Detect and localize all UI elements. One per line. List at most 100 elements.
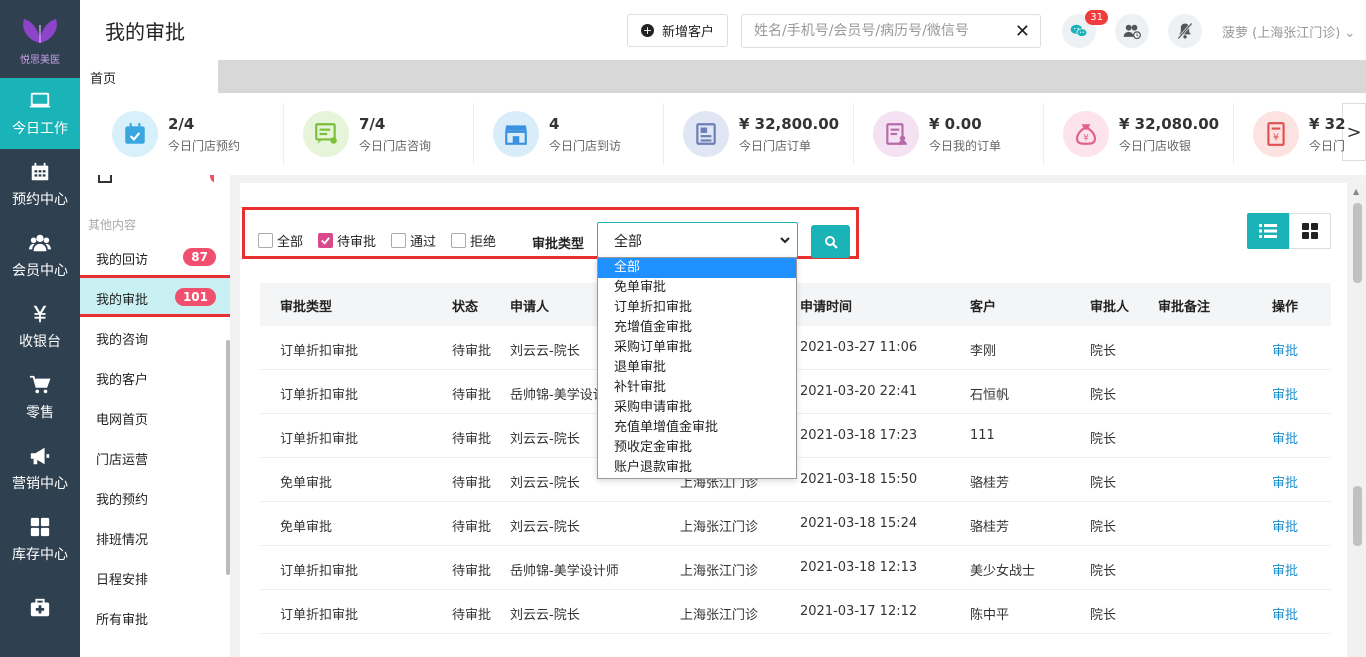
subnav-item[interactable]: 日程安排: [96, 569, 148, 588]
approval-type-select[interactable]: 全部: [597, 222, 798, 258]
cell-applicant: 岳帅锦-美学设计: [510, 388, 606, 403]
mute-button[interactable]: [1168, 14, 1202, 48]
nav-item-3[interactable]: 收银台: [0, 291, 80, 362]
grid-view-button[interactable]: [1289, 213, 1331, 249]
status-filter-checkbox[interactable]: 拒绝: [451, 231, 496, 250]
wechat-button[interactable]: 31: [1062, 10, 1108, 48]
wechat-icon: [1070, 24, 1088, 37]
butterfly-logo-icon: [23, 18, 57, 43]
staff-button[interactable]: [1115, 14, 1149, 48]
stat-card[interactable]: ¥ ¥ 32,080.00 今日门店收银: [1063, 93, 1219, 175]
nav-item-1[interactable]: 预约中心: [0, 149, 80, 220]
dropdown-option[interactable]: 充值单增值金审批: [598, 418, 796, 438]
sidebar-scrollbar[interactable]: [226, 340, 230, 575]
nav-item-4[interactable]: 零售: [0, 362, 80, 433]
scroll-thumb-secondary[interactable]: [1353, 486, 1362, 546]
approve-link[interactable]: 审批: [1272, 516, 1298, 535]
approve-link[interactable]: 审批: [1272, 340, 1298, 359]
subnav-item[interactable]: 我的审批: [96, 289, 148, 308]
dropdown-option[interactable]: 订单折扣审批: [598, 298, 796, 318]
dropdown-option[interactable]: 充增值金审批: [598, 318, 796, 338]
cell-type: 免单审批: [280, 520, 333, 535]
status-filter-checkbox[interactable]: 待审批: [318, 231, 376, 250]
news-icon: [683, 111, 729, 157]
dropdown-option[interactable]: 账户退款审批: [598, 458, 796, 478]
stat-value: ¥ 0.00: [929, 114, 982, 133]
nav-item-label: 营销中心: [12, 475, 68, 492]
approve-link[interactable]: 审批: [1272, 604, 1298, 623]
cell-status: 待审批: [452, 432, 492, 447]
approve-link[interactable]: 审批: [1272, 428, 1298, 447]
stat-card[interactable]: ¥ 32,800.00 今日门店订单: [683, 93, 839, 175]
subnav-item[interactable]: 所有审批: [96, 609, 148, 628]
stat-card[interactable]: 7/4 今日门店咨询: [303, 93, 431, 175]
status-filter-checkbox[interactable]: 全部: [258, 231, 303, 250]
cell-status: 待审批: [452, 476, 492, 491]
stat-card[interactable]: 4 今日门店到访: [493, 93, 621, 175]
checkbox-label: 拒绝: [470, 235, 497, 250]
column-header: 状态: [452, 300, 479, 315]
cell-time: 2021-03-27 11:06: [800, 340, 918, 355]
approve-link[interactable]: 审批: [1272, 560, 1298, 579]
subnav-item[interactable]: 电网首页: [96, 409, 148, 428]
cell-approver: 院长: [1090, 608, 1117, 623]
dropdown-option[interactable]: 预收定金审批: [598, 438, 796, 458]
secondary-sidebar: 其他内容 我的回访 87 我的审批 101 我的咨询 我的客户 电网首页 门店运营 我的预约 排班…: [80, 175, 230, 657]
dropdown-option[interactable]: 采购申请审批: [598, 398, 796, 418]
new-customer-button[interactable]: + 新增客户: [627, 14, 728, 47]
plus-icon: +: [640, 24, 654, 37]
svg-text:¥: ¥: [1273, 133, 1279, 144]
list-icon: [1259, 224, 1277, 238]
cell-approver: 院长: [1090, 476, 1117, 491]
nav-item-0[interactable]: 今日工作: [0, 78, 80, 149]
nav-item-5[interactable]: 营销中心: [0, 433, 80, 504]
dropdown-option[interactable]: 免单审批: [598, 278, 796, 298]
subnav-item[interactable]: 我的咨询: [96, 329, 148, 348]
group-title: 其他内容: [88, 218, 137, 232]
subnav-item[interactable]: 我的预约: [96, 489, 148, 508]
dropdown-option[interactable]: 采购订单审批: [598, 338, 796, 358]
nav-item-7[interactable]: [0, 575, 80, 646]
approve-link[interactable]: 审批: [1272, 384, 1298, 403]
cell-customer: 骆桂芳: [970, 476, 1010, 491]
nav-item-6[interactable]: 库存中心: [0, 504, 80, 575]
search-input[interactable]: [742, 15, 1002, 47]
scroll-up-icon[interactable]: ▲: [1353, 187, 1359, 196]
medkit-icon: [29, 597, 51, 619]
stat-value: ¥ 32,080.00: [1119, 114, 1220, 133]
dropdown-option[interactable]: 全部: [598, 258, 796, 278]
subnav-item[interactable]: 门店运营: [96, 449, 148, 468]
dropdown-option[interactable]: 补针审批: [598, 378, 796, 398]
cell-customer: 骆桂芳: [970, 520, 1010, 535]
nav-item-label: 收银台: [19, 333, 61, 350]
approval-type-dropdown: 全部 免单审批 订单折扣审批 充增值金审批 采购订单审批 退单审批 补针审批 采购申请审批 充值…: [597, 257, 797, 479]
user-menu[interactable]: 菠萝 (上海张江门诊) ⌄: [1222, 22, 1355, 41]
cell-type: 订单折扣审批: [280, 608, 359, 623]
status-filter-checkbox[interactable]: 通过: [391, 231, 436, 250]
table-row: 订单折扣审批 待审批 刘云云-院长 上海张江门诊 2021-03-17 12:12 陈中平…: [260, 590, 1331, 634]
user-group-clock-icon: [1123, 24, 1141, 40]
nav-item-label: 预约中心: [12, 191, 68, 208]
nav-item-label: 今日工作: [12, 120, 68, 137]
approve-link[interactable]: 审批: [1272, 472, 1298, 491]
stat-divider: [663, 103, 664, 165]
next-arrow-button[interactable]: >: [1342, 103, 1366, 161]
search-button[interactable]: [811, 225, 850, 258]
brand-logo[interactable]: 悦思美医: [0, 0, 80, 78]
cell-type: 订单折扣审批: [280, 564, 359, 579]
dropdown-option[interactable]: 退单审批: [598, 358, 796, 378]
tab-home[interactable]: 首页: [80, 60, 218, 93]
subnav-item[interactable]: 我的回访: [96, 249, 148, 268]
page-scrollbar[interactable]: ▲: [1349, 183, 1366, 657]
stat-card[interactable]: 2/4 今日门店预约: [112, 93, 240, 175]
stat-card[interactable]: ¥ ¥ 32 今日门: [1253, 93, 1346, 175]
column-header: 客户: [970, 300, 997, 315]
subnav-item[interactable]: 我的客户: [96, 369, 148, 388]
stat-card[interactable]: ¥ 0.00 今日我的订单: [873, 93, 1001, 175]
scroll-thumb[interactable]: [1353, 203, 1362, 283]
list-view-button[interactable]: [1247, 213, 1289, 249]
subnav-item[interactable]: 排班情况: [96, 529, 148, 548]
clear-icon[interactable]: ✕: [1015, 21, 1030, 42]
wechat-count-badge: 31: [1085, 10, 1108, 25]
nav-item-2[interactable]: 会员中心: [0, 220, 80, 291]
